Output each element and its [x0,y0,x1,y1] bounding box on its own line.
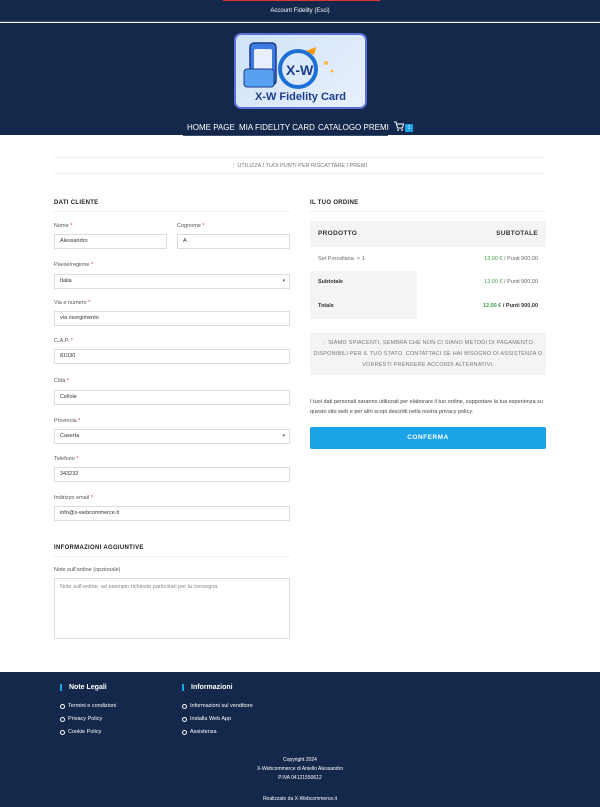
points-notice: | UTILIZZA I TUOI PUNTI PER RISCATTARE I… [54,157,546,174]
account-logout-link[interactable]: Account Fidelity (Esci) [0,8,600,14]
footer-vat: P.IVA 04121550612 [278,775,322,781]
first-name-input[interactable]: Alessandro [54,234,167,249]
no-payment-methods-notice: | SIAMO SPIACENTI, SEMBRA CHE NON CI SIA… [310,333,546,375]
additional-info-title: INFORMAZIONI AGGIUNTIVE [54,545,144,551]
phone-label: Telefono * [54,456,79,462]
nav-home[interactable]: HOME PAGE [187,123,235,132]
footer-link-terms[interactable]: Termini e condizioni [60,703,116,709]
nav-divider [183,135,388,136]
total-value: 12,00 € / Punti 900,00 [482,303,538,309]
email-input[interactable]: info@x-webcommerce.it [54,506,290,521]
subtotal-label: Subtotale [318,279,344,285]
cart-button[interactable]: 1 [393,120,415,134]
nav-rewards-catalog[interactable]: CATALOGO PREMI [318,123,389,132]
footer-link-seller-info[interactable]: Informazioni sul venditore [182,703,253,709]
street-input[interactable]: via risorgimento [54,311,290,326]
logo-text: X-W Fidelity Card [254,91,347,103]
province-select[interactable]: Caserta [54,429,290,444]
svg-text:X-W: X-W [286,62,314,78]
points-notice-text: UTILIZZA I TUOI PUNTI PER RISCATTARE I P… [237,163,368,169]
col-product: PRODOTTO [318,230,358,237]
cart-count-badge: 1 [405,124,413,132]
order-item-name: Set Porcellana × 1 [318,256,365,262]
footer-copyright: Copyright 2024 [283,757,317,763]
zip-input[interactable]: 81030 [54,349,290,364]
order-title: IL TUO ORDINE [310,200,359,206]
country-label: Paese/regione * [54,262,94,268]
order-divider [310,211,546,212]
top-accent-line [223,0,380,1]
col-subtotal: SUBTOTALE [496,230,538,237]
privacy-text: I tuoi dati personali saranno utilizzati… [310,399,543,415]
footer-link-install-app[interactable]: Installa Web App [182,716,231,722]
zip-label: C.A.P. * [54,338,73,344]
footer-legal-title: Note Legali [60,684,107,691]
billing-divider [54,211,290,212]
last-name-input[interactable]: A [177,234,290,249]
nav-my-card[interactable]: MIA FIDELITY CARD [239,123,315,132]
order-notes-label: Note sull'ordine (opzionale) [54,567,121,573]
site-header: X-W X-W Fidelity Card HOME PAGE MIA FIDE… [0,23,600,136]
site-footer: Note Legali Termini e condizioni Privacy… [0,672,600,807]
cart-icon [394,121,405,131]
footer-link-cookie[interactable]: Cookie Policy [60,729,101,735]
billing-title: DATI CLIENTE [54,200,99,206]
footer-link-support[interactable]: Assistenza [182,729,217,735]
total-label: Totale [318,303,334,309]
confirm-order-button[interactable]: CONFERMA [310,427,546,449]
footer-company: X-Webcommerce di Aniello Alessandro [256,766,344,772]
city-input[interactable]: Cellole [54,390,290,405]
order-table-header: PRODOTTO SUBTOTALE [310,221,546,247]
subtotal-value: 12,00 € / Punti 900,00 [484,279,538,285]
city-label: Città * [54,378,69,384]
footer-info-title: Informazioni [182,684,233,691]
first-name-label: Nome * [54,223,73,229]
email-label: Indirizzo email * [54,495,93,501]
order-item-price: 12,00 € / Punti 900,00 [484,256,538,262]
footer-link-privacy[interactable]: Privacy Policy [60,716,102,722]
site-logo[interactable]: X-W X-W Fidelity Card [234,33,367,109]
province-label: Provincia * [54,418,81,424]
order-notes-textarea[interactable]: Note sull'ordine, ad esempio richieste p… [54,578,290,639]
main-nav: HOME PAGE MIA FIDELITY CARD CATALOGO PRE… [0,121,600,135]
last-name-label: Cognome * [177,223,205,229]
top-bar: Account Fidelity (Esci) [0,0,600,22]
street-label: Via e numero * [54,300,91,306]
phone-input[interactable]: 343232 [54,467,290,482]
additional-info-divider [54,556,290,557]
footer-credit[interactable]: Realizzato da X-Webcommerce.it [0,796,600,802]
country-select[interactable]: Italia [54,274,290,289]
